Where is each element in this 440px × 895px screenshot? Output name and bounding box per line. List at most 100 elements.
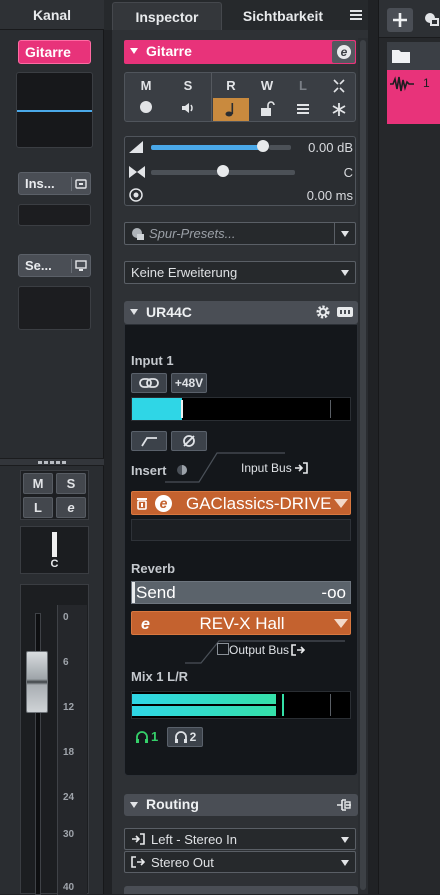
- channel-listen-button[interactable]: L: [23, 497, 53, 518]
- routing-section-header[interactable]: Routing: [124, 794, 358, 816]
- channel-edit-button[interactable]: e: [56, 497, 86, 518]
- fader-scale-tick: 24: [63, 792, 75, 803]
- mix-meter-peak: [282, 694, 284, 716]
- inspector-scrollbar[interactable]: [358, 38, 368, 894]
- record-mode-button[interactable]: [213, 98, 249, 121]
- folder-track[interactable]: [387, 42, 440, 70]
- routing-output-select[interactable]: Stereo Out: [124, 851, 356, 873]
- collapse-triangle-icon[interactable]: [130, 802, 138, 808]
- write-button[interactable]: W: [249, 73, 285, 97]
- input-1-label: Input 1: [131, 353, 174, 368]
- inserts-button[interactable]: Ins...: [18, 172, 91, 195]
- fader-scale-tick: 18: [63, 747, 75, 758]
- volume-slider-handle[interactable]: [257, 140, 269, 152]
- channel-track-name[interactable]: Gitarre: [18, 40, 91, 64]
- solo-button[interactable]: S: [167, 73, 209, 97]
- speaker-icon[interactable]: [179, 99, 197, 117]
- bypass-icon[interactable]: [136, 497, 148, 510]
- phase-button[interactable]: [171, 431, 207, 451]
- monitor-dot-icon[interactable]: [140, 101, 152, 113]
- gear-icon[interactable]: [315, 304, 331, 320]
- inserts-slot[interactable]: [18, 204, 91, 226]
- unlock-icon[interactable]: [249, 98, 285, 121]
- audio-track-header[interactable]: 1: [387, 70, 440, 124]
- headphone-icon: [174, 731, 187, 743]
- inserts-rack-icon[interactable]: [71, 177, 89, 191]
- reverb-type-select[interactable]: e REV-X Hall: [131, 611, 351, 635]
- channel-solo-button[interactable]: S: [56, 473, 86, 494]
- reverb-send-slider[interactable]: Send -oo: [131, 581, 351, 604]
- routing-output-value: Stereo Out: [151, 854, 214, 870]
- asterisk-icon[interactable]: [321, 98, 357, 121]
- chevron-down-icon[interactable]: [341, 270, 349, 276]
- link-button[interactable]: [131, 373, 167, 393]
- collapse-arrows-icon[interactable]: [321, 76, 357, 96]
- channel-mute-solo-group: M S L e: [20, 470, 89, 520]
- extension-select[interactable]: Keine Erweiterung: [124, 261, 356, 284]
- inspector-track-name[interactable]: Gitarre: [146, 43, 192, 59]
- add-track-button[interactable]: [387, 8, 413, 32]
- inserts-label: Ins...: [25, 176, 55, 191]
- track-presets-icon[interactable]: [421, 10, 440, 28]
- chevron-down-icon[interactable]: [341, 231, 349, 237]
- tab-sichtbarkeit[interactable]: Sichtbarkeit: [224, 2, 342, 30]
- channel-level-line: [17, 110, 92, 112]
- insert-plugin-slot[interactable]: e GAClassics-DRIVE: [131, 491, 351, 515]
- routing-icon[interactable]: [336, 797, 352, 813]
- ur44c-section-header[interactable]: UR44C: [124, 301, 358, 324]
- headphone-1-button[interactable]: 1: [135, 729, 158, 744]
- input-bus-button[interactable]: Input Bus: [241, 461, 308, 475]
- send-slider-handle[interactable]: [132, 582, 135, 603]
- pan-slider-handle[interactable]: [217, 165, 229, 177]
- routing-input-select[interactable]: Left - Stereo In: [124, 828, 356, 850]
- inspector-scrollbar-thumb[interactable]: [360, 40, 366, 890]
- sends-slot[interactable]: [18, 286, 91, 330]
- insert-empty-slot[interactable]: [131, 519, 351, 541]
- tab-kanal[interactable]: Kanal: [0, 0, 104, 30]
- output-bus-icon: [291, 644, 306, 656]
- input-routing-icon: [132, 833, 145, 845]
- mute-solo-group: M S: [125, 73, 209, 121]
- edit-channel-icon[interactable]: e: [332, 41, 355, 63]
- insert-plugin-name: GAClassics-DRIVE: [186, 494, 332, 513]
- next-section-header[interactable]: [124, 886, 358, 894]
- tab-inspector[interactable]: Inspector: [112, 2, 222, 30]
- hpf-button[interactable]: [131, 431, 167, 451]
- read-button[interactable]: R: [213, 73, 249, 97]
- channel-mute-button[interactable]: M: [23, 473, 53, 494]
- output-routing-icon: [131, 856, 145, 868]
- track-presets-field[interactable]: Spur-Presets...: [124, 222, 356, 245]
- channel-pan-control[interactable]: C: [20, 526, 89, 574]
- volume-slider-fill[interactable]: [151, 145, 265, 150]
- edit-plugin-icon[interactable]: e: [154, 494, 173, 513]
- lock-l-button[interactable]: L: [285, 73, 321, 97]
- chevron-down-icon[interactable]: [341, 837, 349, 843]
- chevron-down-icon[interactable]: [334, 499, 348, 508]
- divider-grip-icon[interactable]: [38, 461, 68, 464]
- volume-value[interactable]: 0.00 dB: [301, 140, 353, 155]
- mute-button[interactable]: M: [125, 73, 167, 97]
- delay-value[interactable]: 0.00 ms: [301, 188, 353, 203]
- chevron-down-icon[interactable]: [341, 860, 349, 866]
- volume-fader-handle[interactable]: [26, 651, 48, 713]
- reverb-type-name: REV-X Hall: [199, 614, 285, 633]
- collapse-triangle-icon[interactable]: [130, 48, 138, 54]
- pan-value[interactable]: C: [301, 165, 353, 180]
- chevron-down-icon[interactable]: [334, 619, 348, 628]
- channel-divider[interactable]: [0, 458, 104, 466]
- sends-monitor-icon[interactable]: [71, 259, 89, 273]
- inspector-track-header[interactable]: Gitarre e: [124, 40, 356, 64]
- headphone-2-button[interactable]: 2: [167, 727, 203, 747]
- collapse-triangle-icon[interactable]: [130, 309, 138, 315]
- list-icon[interactable]: [285, 98, 321, 121]
- device-panel-icon[interactable]: [336, 304, 354, 320]
- input-meter-fill: [132, 398, 182, 420]
- sends-button[interactable]: Se...: [18, 254, 91, 277]
- insert-label: Insert: [131, 463, 167, 478]
- menu-icon[interactable]: [350, 9, 362, 21]
- input-bus-label: Input Bus: [241, 461, 292, 475]
- ur44c-section-title: UR44C: [146, 304, 192, 320]
- output-bus-checkbox[interactable]: [217, 643, 229, 655]
- phantom-power-button[interactable]: +48V: [171, 373, 207, 393]
- output-bus-button[interactable]: Output Bus: [229, 643, 306, 657]
